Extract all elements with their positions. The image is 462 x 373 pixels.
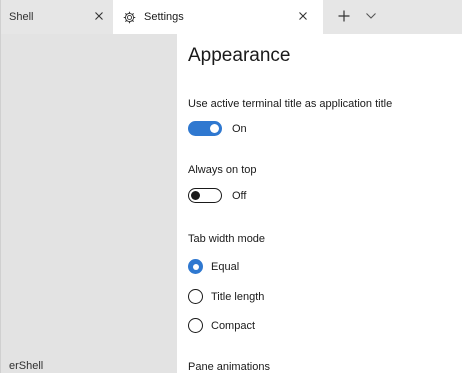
- terminal-window: Shell Settings erShell Appearance Use ac…: [0, 0, 462, 373]
- radio-label: Compact: [211, 319, 256, 332]
- close-icon[interactable]: [93, 10, 105, 22]
- toggle-knob: [210, 124, 219, 133]
- radio-dot: [192, 263, 199, 270]
- tab-settings[interactable]: Settings: [113, 0, 323, 34]
- pane-animations-label: Pane animations: [188, 361, 270, 373]
- radio-button[interactable]: [188, 318, 203, 333]
- radio-button[interactable]: [188, 289, 203, 304]
- pane-label: erShell: [9, 360, 44, 372]
- radio-button[interactable]: [188, 259, 203, 274]
- tab-bar: Shell Settings: [1, 0, 462, 34]
- plus-icon[interactable]: [337, 9, 351, 23]
- tab-label: Settings: [144, 11, 184, 23]
- close-icon[interactable]: [297, 10, 309, 22]
- toggle-knob: [191, 190, 200, 200]
- always-on-top-toggle-row[interactable]: Off: [188, 188, 246, 203]
- chevron-down-icon[interactable]: [365, 12, 377, 20]
- settings-content: Appearance Use active terminal title as …: [177, 34, 462, 373]
- tab-label: Shell: [9, 11, 34, 23]
- gear-icon: [123, 11, 136, 23]
- tab-width-mode-label: Tab width mode: [188, 233, 266, 245]
- active-title-toggle-row[interactable]: On: [188, 121, 247, 136]
- radio-compact[interactable]: Compact: [188, 318, 255, 333]
- tab-shell[interactable]: Shell: [1, 0, 113, 34]
- always-on-top-label: Always on top: [188, 164, 257, 176]
- always-on-top-state: Off: [232, 189, 247, 202]
- radio-label: Title length: [211, 290, 265, 303]
- active-title-label: Use active terminal title as application…: [188, 98, 393, 110]
- active-title-state: On: [232, 122, 247, 135]
- radio-title-length[interactable]: Title length: [188, 289, 264, 304]
- always-on-top-toggle[interactable]: [188, 188, 222, 203]
- page-title: Appearance: [188, 45, 291, 66]
- active-title-toggle[interactable]: [188, 121, 222, 136]
- radio-label: Equal: [211, 260, 240, 273]
- radio-equal[interactable]: Equal: [188, 259, 239, 274]
- terminal-pane: erShell: [1, 34, 177, 373]
